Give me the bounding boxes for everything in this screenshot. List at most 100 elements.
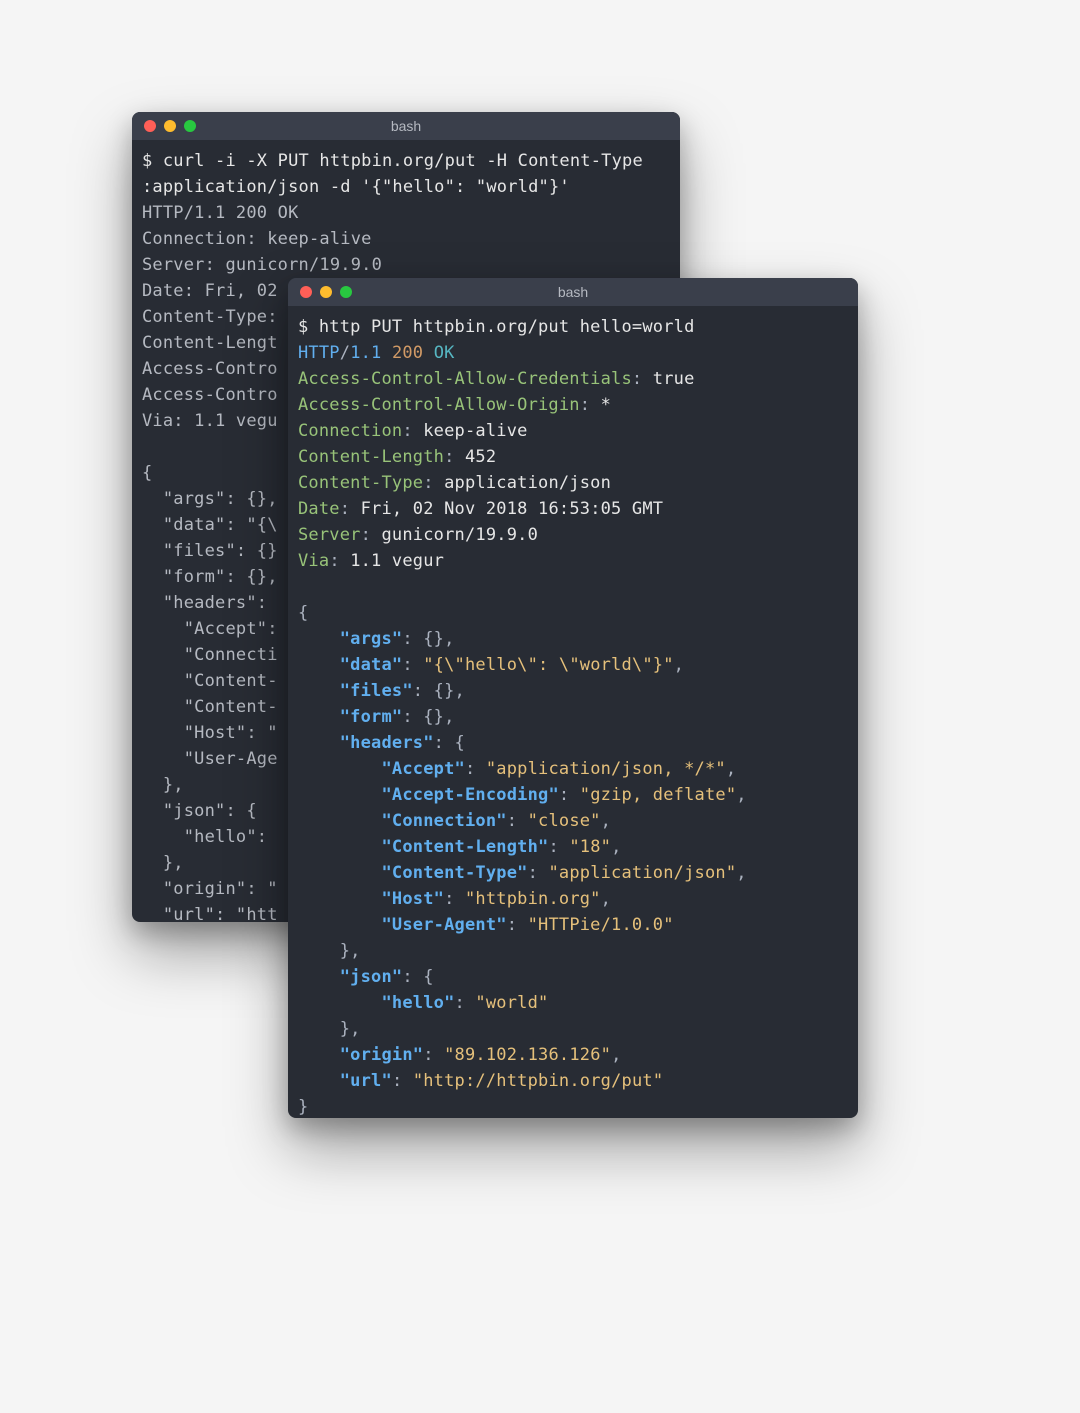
terminal-span: "origin" [340,1045,423,1065]
terminal-line: "Accept": "application/json, */*", [298,756,848,782]
terminal-span: }, [142,775,184,795]
terminal-span: "data" [340,655,403,675]
terminal-window-front[interactable]: bash $ http PUT httpbin.org/put hello=wo… [288,278,858,1118]
terminal-span: Content-Length [298,447,444,467]
terminal-span: gunicorn/19.9.0 [381,525,538,545]
titlebar-front[interactable]: bash [288,278,858,306]
terminal-span: "args": {}, [142,489,278,509]
terminal-span: "Accept": [142,619,278,639]
terminal-span: 1.1 [350,343,392,363]
terminal-span: "Content-Type" [381,863,527,883]
terminal-output-front[interactable]: $ http PUT httpbin.org/put hello=world HT… [288,306,858,1118]
terminal-span: : [559,785,580,805]
terminal-span: : [580,395,601,415]
terminal-line: "Host": "httpbin.org", [298,886,848,912]
terminal-span: : [632,369,653,389]
terminal-span: Server: gunicorn/19.9.0 [142,255,382,275]
terminal-span: "url" [340,1071,392,1091]
terminal-span: Content-Type: [142,307,288,327]
terminal-span: 200 [392,343,434,363]
terminal-span: :application/json -d '{"hello": "world"}… [142,177,570,197]
terminal-span [298,811,381,831]
terminal-span: Date [298,499,340,519]
terminal-span: : {}, [402,629,454,649]
terminal-span [298,681,340,701]
terminal-span: "headers": [142,593,278,613]
terminal-span [298,629,340,649]
terminal-line [298,574,848,600]
terminal-line: Connection: keep-alive [142,226,670,252]
terminal-span: "httpbin.org" [465,889,601,909]
terminal-span: HTTP/1.1 200 OK [142,203,299,223]
terminal-span: application/json [444,473,611,493]
terminal-line: }, [298,938,848,964]
terminal-span: : [528,863,549,883]
terminal-span: "form" [340,707,403,727]
terminal-span: , [736,863,746,883]
terminal-span: "json": { [142,801,257,821]
terminal-span: Connection [298,421,402,441]
terminal-span: : [392,1071,413,1091]
terminal-span: "Accept-Encoding" [381,785,558,805]
terminal-span: "headers" [340,733,434,753]
terminal-span: "{\"hello\": \"world\"}" [423,655,673,675]
terminal-span: $ curl -i -X PUT httpbin.org/put -H Cont… [142,151,643,171]
terminal-span: 1.1 vegur [350,551,444,571]
terminal-span: Connection: keep-alive [142,229,372,249]
terminal-line: Via: 1.1 vegur [298,548,848,574]
terminal-span: "Host": " [142,723,278,743]
terminal-line: $ curl -i -X PUT httpbin.org/put -H Cont… [142,148,670,174]
terminal-span: : { [434,733,465,753]
terminal-span: { [298,603,308,623]
terminal-span [298,785,381,805]
terminal-span [298,863,381,883]
terminal-line: Server: gunicorn/19.9.0 [298,522,848,548]
terminal-span: keep-alive [423,421,527,441]
terminal-span: OK [434,343,455,363]
terminal-span [298,915,381,935]
terminal-line: Content-Type: application/json [298,470,848,496]
terminal-span: : [455,993,476,1013]
terminal-line: "files": {}, [298,678,848,704]
terminal-span: : { [402,967,433,987]
terminal-span: true [653,369,695,389]
terminal-line: } [298,1094,848,1118]
terminal-span: , [611,837,621,857]
terminal-span: $ http PUT httpbin.org/put hello=world [298,317,695,337]
terminal-span: "User-Age [142,749,278,769]
terminal-line: "Content-Length": "18", [298,834,848,860]
terminal-line: "Accept-Encoding": "gzip, deflate", [298,782,848,808]
terminal-line: "hello": "world" [298,990,848,1016]
terminal-span: "form": {}, [142,567,278,587]
terminal-span: / [340,343,350,363]
terminal-span: }, [298,941,361,961]
terminal-span: : [444,447,465,467]
window-title-back: bash [132,118,680,134]
terminal-line: "args": {}, [298,626,848,652]
terminal-span: "files": {} [142,541,278,561]
terminal-span: "gzip, deflate" [580,785,737,805]
terminal-span: : [507,915,528,935]
titlebar-back[interactable]: bash [132,112,680,140]
terminal-span: "User-Agent" [381,915,506,935]
terminal-span: : [402,421,423,441]
terminal-span: Content-Lengt [142,333,278,353]
terminal-span: "Connection" [381,811,506,831]
terminal-span: "args" [340,629,403,649]
terminal-line: Connection: keep-alive [298,418,848,444]
terminal-span: "hello" [381,993,454,1013]
terminal-line: $ http PUT httpbin.org/put hello=world [298,314,848,340]
terminal-span: : {}, [413,681,465,701]
terminal-line: :application/json -d '{"hello": "world"}… [142,174,670,200]
terminal-line: }, [298,1016,848,1042]
terminal-span: , [611,1045,621,1065]
terminal-span: } [298,1097,308,1117]
terminal-span: "89.102.136.126" [444,1045,611,1065]
terminal-span: "json" [340,967,403,987]
terminal-span: 452 [465,447,496,467]
terminal-line: HTTP/1.1 200 OK [298,340,848,366]
terminal-span [298,993,381,1013]
terminal-span: , [601,811,611,831]
terminal-span: Fri, 02 Nov 2018 16:53:05 GMT [361,499,664,519]
terminal-span: "Content- [142,671,278,691]
